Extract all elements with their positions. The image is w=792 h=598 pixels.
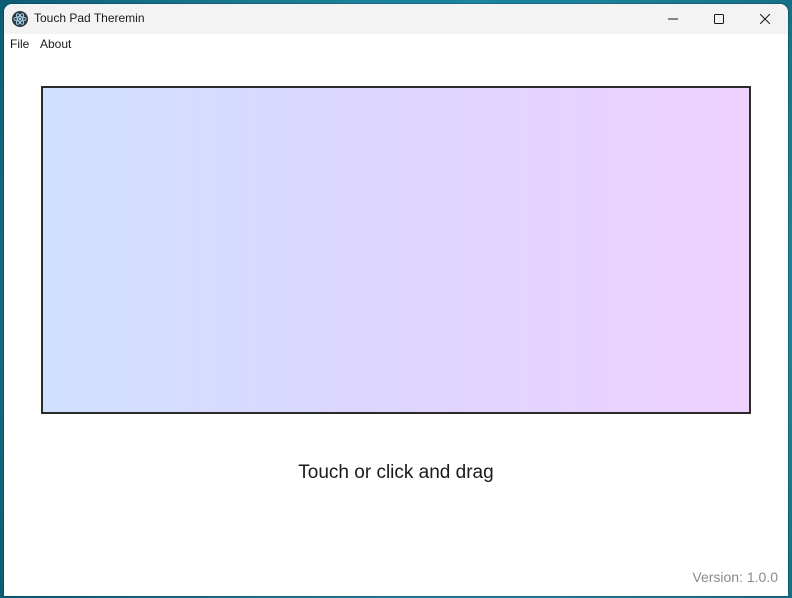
menu-file[interactable]: File bbox=[10, 37, 29, 51]
title-bar[interactable]: Touch Pad Theremin bbox=[4, 4, 788, 34]
window-title: Touch Pad Theremin bbox=[34, 11, 145, 25]
maximize-icon bbox=[714, 14, 724, 24]
minimize-button[interactable] bbox=[650, 4, 696, 34]
instruction-text: Touch or click and drag bbox=[298, 462, 494, 483]
app-window: Touch Pad Theremin File About Touch or c… bbox=[4, 4, 788, 596]
version-label: Version: 1.0.0 bbox=[692, 569, 778, 585]
close-button[interactable] bbox=[742, 4, 788, 34]
electron-app-icon bbox=[12, 11, 28, 27]
maximize-button[interactable] bbox=[696, 4, 742, 34]
close-icon bbox=[760, 14, 770, 24]
minimize-icon bbox=[668, 18, 678, 20]
menu-about[interactable]: About bbox=[40, 37, 71, 51]
theremin-touch-pad[interactable] bbox=[41, 86, 751, 414]
menu-bar: File About bbox=[4, 34, 788, 54]
